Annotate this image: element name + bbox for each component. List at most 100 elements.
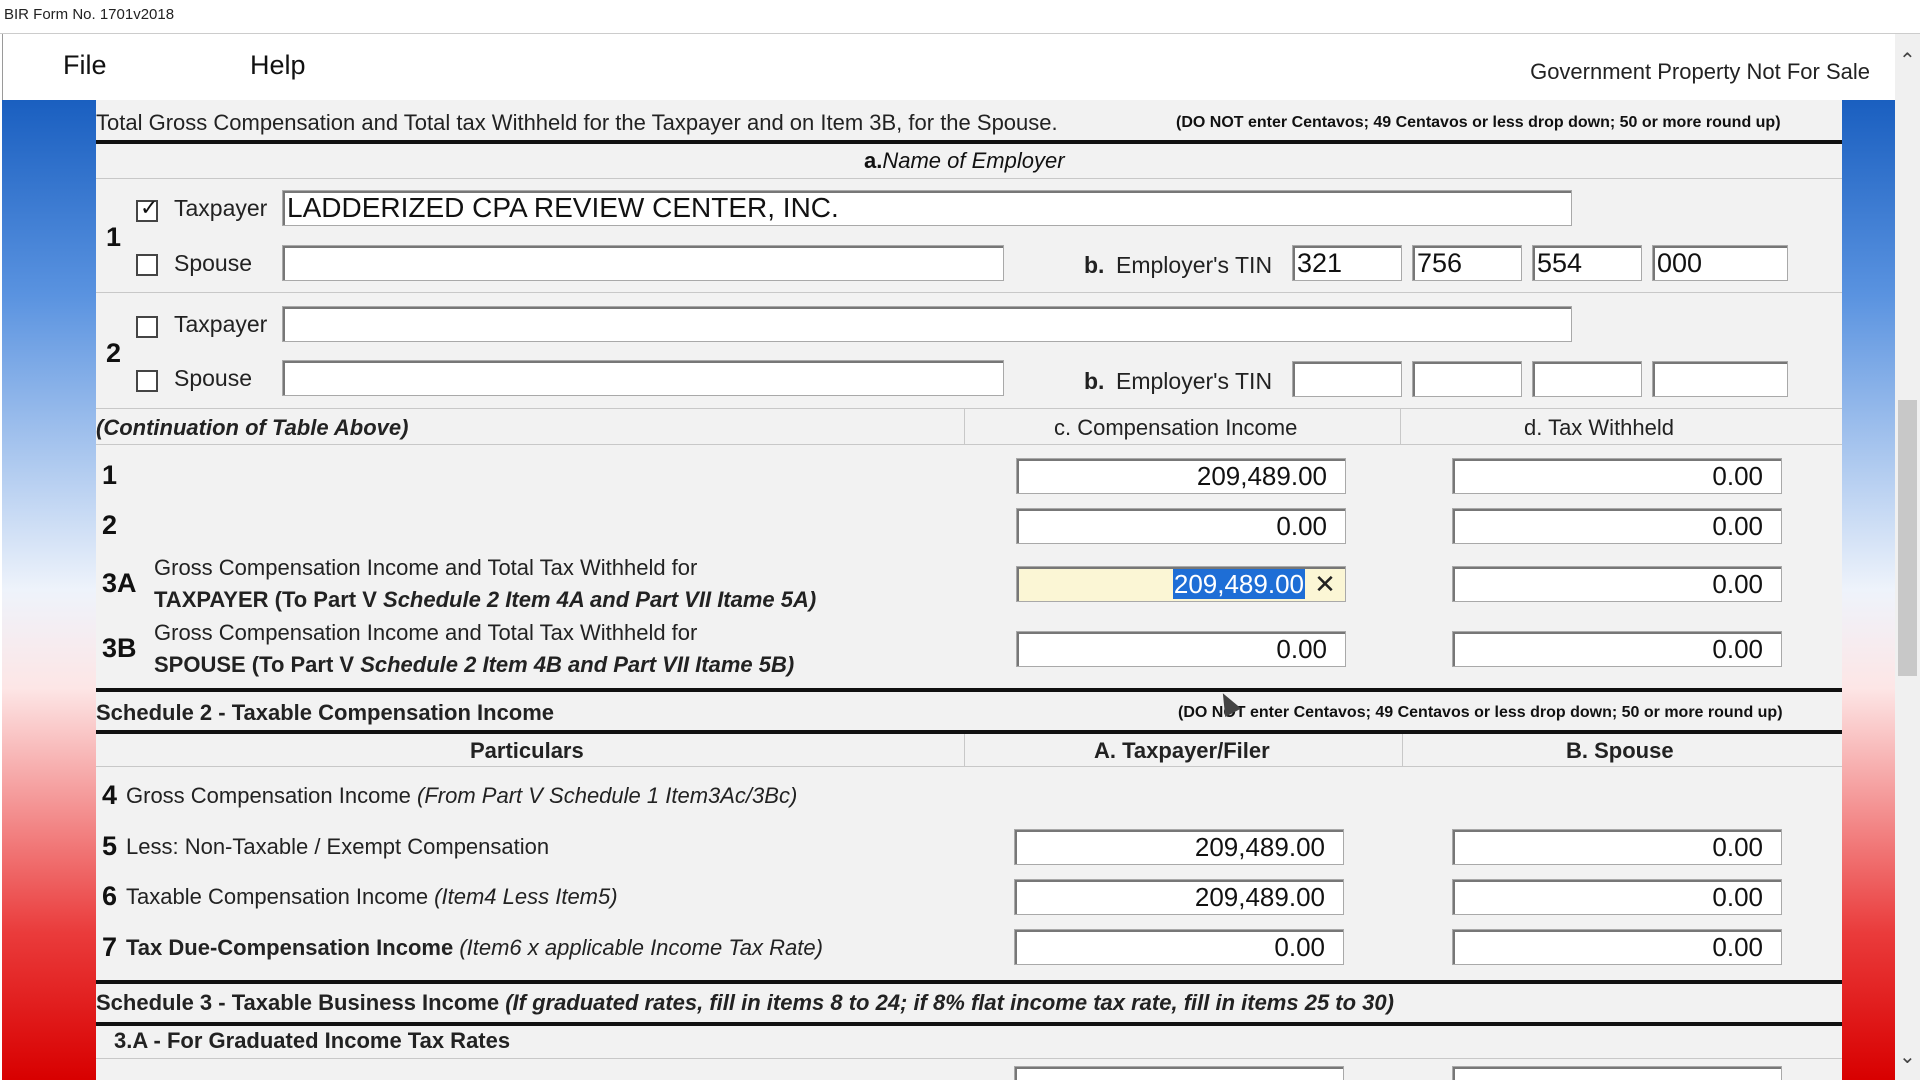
compensation-income-field-3a[interactable]: 209,489.00 ✕ [1016, 566, 1346, 602]
item-6-text: Taxable Compensation Income [126, 884, 435, 909]
item-3a-reference: TAXPAYER (To Part V Schedule 2 Item 4A a… [154, 587, 816, 613]
schedule2-title: Schedule 2 - Taxable Compensation Income [96, 700, 555, 725]
tax-withheld-header: d. Tax Withheld [1524, 415, 1675, 440]
taxpayer-checkbox-1[interactable]: ✓ [136, 195, 159, 222]
vertical-scrollbar[interactable]: ⌃ ⌄ [1895, 34, 1920, 1080]
scrollbar-thumb[interactable] [1898, 400, 1917, 676]
employer-header-prefix: a. [864, 148, 883, 173]
divider [1400, 408, 1401, 444]
taxpayer-gross-compensation-field[interactable]: 209,489.00 [1014, 879, 1344, 915]
divider [96, 766, 1842, 767]
spouse-non-taxable-field[interactable]: 0.00 [1452, 829, 1782, 865]
amount-row-number: 1 [102, 460, 118, 490]
tin-field-1-part4[interactable]: 000 [1652, 245, 1788, 281]
tin-field-1-part2[interactable]: 756 [1412, 245, 1522, 281]
item-6-label: Taxable Compensation Income (Item4 Less … [126, 884, 618, 910]
item-number: 5 [102, 831, 118, 861]
item-7-text: Tax Due-Compensation Income [126, 935, 460, 960]
spouse-employer-name-field-2[interactable] [282, 360, 1004, 396]
item-3a-description: Gross Compensation Income and Total Tax … [154, 555, 698, 580]
item-3a-ref-detail: Schedule 2 Item 4A and Part VII Itame 5A… [383, 587, 817, 612]
taxpayer-non-taxable-field[interactable]: 209,489.00 [1014, 829, 1344, 865]
divider [964, 408, 965, 444]
item-8-spouse-field[interactable] [1452, 1066, 1782, 1080]
tin-prefix: b. [1084, 252, 1105, 278]
compensation-income-field-1[interactable]: 209,489.00 [1016, 458, 1346, 494]
tin-field-2-part2[interactable] [1412, 361, 1522, 397]
item-7-note: (Item6 x applicable Income Tax Rate) [459, 935, 823, 960]
item-4-label: Gross Compensation Income (From Part V S… [126, 783, 797, 809]
particulars-header: Particulars [470, 738, 584, 763]
compensation-income-header: c. Compensation Income [1054, 415, 1298, 440]
menu-help[interactable]: Help [250, 50, 306, 81]
schedule3-title: Schedule 3 - Taxable Business Income (If… [96, 990, 1394, 1016]
spouse-header: B. Spouse [1566, 738, 1674, 763]
taxpayer-label: Taxpayer [174, 195, 268, 221]
tin-field-1-part3[interactable]: 554 [1532, 245, 1642, 281]
checkmark-icon: ✓ [140, 195, 159, 220]
item-number: 6 [102, 881, 118, 911]
divider [96, 178, 1842, 179]
spouse-label: Spouse [174, 250, 253, 276]
clear-icon[interactable]: ✕ [1305, 567, 1345, 601]
government-property-notice: Government Property Not For Sale [1530, 59, 1870, 84]
item-number: 7 [102, 932, 118, 962]
tax-withheld-field-3a[interactable]: 0.00 [1452, 566, 1782, 602]
window-titlebar: BIR Form No. 1701v2018 [0, 0, 1920, 34]
item-3a-ref-prefix: TAXPAYER (To Part V [154, 587, 384, 612]
spouse-tax-due-field[interactable]: 0.00 [1452, 929, 1782, 965]
employer-name-field-2[interactable] [282, 306, 1572, 342]
item-4-text: Gross Compensation Income [126, 783, 418, 808]
divider [96, 140, 1842, 144]
compensation-income-field-3b[interactable]: 0.00 [1016, 631, 1346, 667]
scroll-down-icon[interactable]: ⌄ [1899, 1044, 1916, 1069]
spouse-label: Spouse [174, 365, 253, 391]
tin-prefix: b. [1084, 368, 1105, 394]
selected-amount: 209,489.00 [1172, 569, 1305, 599]
window-title: BIR Form No. 1701v2018 [4, 6, 175, 23]
schedule3-title-note: (If graduated rates, fill in items 8 to … [505, 990, 1394, 1015]
centavos-note: (DO NOT enter Centavos; 49 Centavos or l… [1178, 704, 1783, 721]
tax-withheld-field-2[interactable]: 0.00 [1452, 508, 1782, 544]
compensation-income-field-2[interactable]: 0.00 [1016, 508, 1346, 544]
scroll-up-icon[interactable]: ⌃ [1899, 48, 1916, 73]
divider [964, 734, 965, 766]
divider [96, 688, 1842, 692]
amount-row-number: 3B [102, 633, 137, 663]
right-decorative-border [1842, 100, 1895, 1080]
left-decorative-border [2, 100, 96, 1080]
item-8-taxpayer-field[interactable] [1014, 1066, 1344, 1080]
spouse-gross-compensation-field[interactable]: 0.00 [1452, 879, 1782, 915]
centavos-note: (DO NOT enter Centavos; 49 Centavos or l… [1176, 114, 1781, 131]
employer-row-number: 2 [106, 338, 122, 368]
schedule3-title-text: Schedule 3 - Taxable Business Income [96, 990, 506, 1015]
item-number: 4 [102, 780, 118, 810]
schedule3a-subtitle: 3.A - For Graduated Income Tax Rates [114, 1028, 511, 1053]
tin-field-2-part3[interactable] [1532, 361, 1642, 397]
spouse-employer-name-field-1[interactable] [282, 245, 1004, 281]
tax-withheld-field-1[interactable]: 0.00 [1452, 458, 1782, 494]
item-3b-reference: SPOUSE (To Part V Schedule 2 Item 4B and… [154, 652, 794, 678]
tax-withheld-field-3b[interactable]: 0.00 [1452, 631, 1782, 667]
employer-row-number: 1 [106, 222, 122, 252]
divider [1402, 734, 1403, 766]
taxpayer-checkbox-2[interactable] [136, 316, 158, 338]
employer-name-field-1[interactable]: LADDERIZED CPA REVIEW CENTER, INC. [282, 190, 1572, 226]
divider [96, 1022, 1842, 1026]
employer-header-label: Name of Employer [882, 148, 1065, 173]
item-3b-ref-detail: Schedule 2 Item 4B and Part VII Itame 5B… [360, 652, 795, 677]
divider [96, 444, 1842, 445]
tin-field-2-part1[interactable] [1292, 361, 1402, 397]
tin-field-1-part1[interactable]: 321 [1292, 245, 1402, 281]
spouse-checkbox-2[interactable] [136, 370, 158, 392]
item-3b-ref-prefix: SPOUSE (To Part V [154, 652, 361, 677]
continuation-label: (Continuation of Table Above) [96, 415, 409, 440]
spouse-checkbox-1[interactable] [136, 254, 158, 276]
employer-column-header: a.Name of Employer [864, 148, 1065, 174]
menu-bar: File Help Government Property Not For Sa… [2, 34, 1896, 100]
menu-file[interactable]: File [63, 50, 107, 81]
divider [96, 980, 1842, 984]
form-panel: Total Gross Compensation and Total tax W… [96, 100, 1842, 1080]
tin-field-2-part4[interactable] [1652, 361, 1788, 397]
taxpayer-tax-due-field[interactable]: 0.00 [1014, 929, 1344, 965]
